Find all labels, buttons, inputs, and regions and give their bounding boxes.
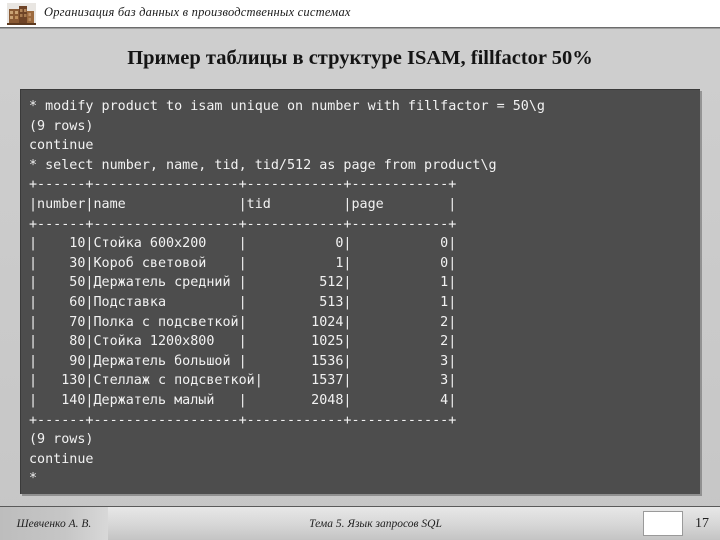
page-number: 17 (695, 515, 709, 531)
presentation-slide: Организация баз данных в производственны… (0, 0, 720, 540)
course-title: Организация баз данных в производственны… (44, 5, 351, 19)
terminal-window: * modify product to isam unique on numbe… (20, 89, 700, 494)
footer-placeholder-box (643, 511, 683, 536)
header-divider (0, 27, 720, 29)
footer-topic: Тема 5. Язык запросов SQL (309, 517, 442, 530)
terminal-output: * modify product to isam unique on numbe… (29, 99, 545, 487)
page-title: Пример таблицы в структуре ISAM, fillfac… (127, 47, 593, 69)
footer-author-cell: Шевченко А. В. (0, 507, 108, 540)
factory-building-icon (7, 3, 36, 25)
footer-topic-cell: Тема 5. Язык запросов SQL (108, 507, 643, 540)
footer-author: Шевченко А. В. (16, 517, 92, 530)
footer-page-cell: 17 (684, 507, 720, 540)
